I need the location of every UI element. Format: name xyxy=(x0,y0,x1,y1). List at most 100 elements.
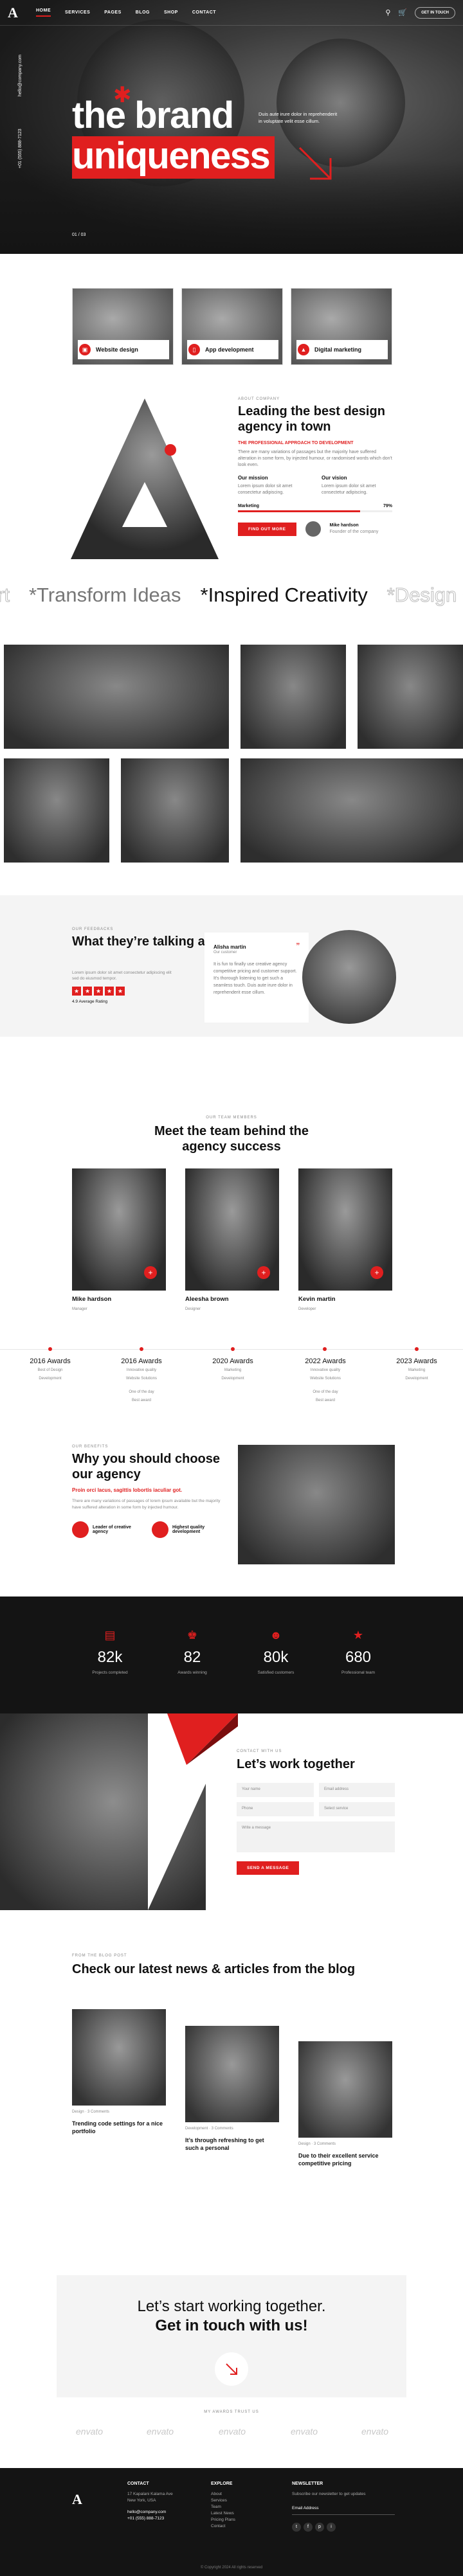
contact-section: CONTACT WITH US Let’s work together Your… xyxy=(0,1713,463,1910)
slide-indicator[interactable]: 01 / 03 xyxy=(72,233,86,237)
blog-post-card[interactable]: Development · 3 Comments It’s through ref… xyxy=(185,2026,279,2152)
member-name: Mike hardson xyxy=(72,1296,112,1303)
stat-value: 80k xyxy=(263,1649,289,1666)
footer-link[interactable]: Services xyxy=(211,2498,235,2504)
award-line: Best award xyxy=(131,1399,151,1402)
gallery-image[interactable] xyxy=(358,645,463,749)
marquee-item: rt xyxy=(0,584,10,607)
team-member-card[interactable]: + Kevin martin Developer xyxy=(298,1168,392,1312)
users-icon: ☻ xyxy=(269,1629,282,1641)
service-select[interactable]: Select service xyxy=(319,1802,395,1816)
footer-city: New York, USA xyxy=(127,2498,156,2503)
vision-title: Our vision xyxy=(322,475,347,481)
blog-post-card[interactable]: Design · 3 Comments Trending code setting… xyxy=(72,2009,166,2135)
reviewer-name: Alisha martin xyxy=(213,944,246,950)
footer-email[interactable]: hello@company.com xyxy=(127,2509,173,2516)
footer-link[interactable]: Pricing Plans xyxy=(211,2517,235,2523)
award-line: Website Solutions xyxy=(310,1377,341,1381)
mission-title: Our mission xyxy=(238,475,268,481)
footer-link[interactable]: Contact xyxy=(211,2523,235,2530)
cta-line1: Let’s start working together. xyxy=(137,2298,326,2315)
find-out-more-button[interactable]: FIND OUT MORE xyxy=(238,522,296,536)
hero-email-vertical[interactable]: hello@company.com xyxy=(18,55,23,96)
service-card-marketing[interactable]: ▲ Digital marketing xyxy=(291,288,392,365)
stat-value: 82k xyxy=(97,1649,123,1666)
email-input[interactable]: Email address xyxy=(319,1783,395,1797)
footer-logo[interactable]: A xyxy=(72,2492,86,2507)
blog-post-card[interactable]: Design · 3 Comments Due to their excellen… xyxy=(298,2041,392,2167)
megaphone-icon: ▲ xyxy=(298,344,309,355)
why-tag: OUR BENEFITS xyxy=(72,1445,109,1449)
nav-contact[interactable]: CONTACT xyxy=(192,10,216,15)
member-role: Manager xyxy=(72,1307,87,1311)
cta-circle[interactable] xyxy=(215,2352,248,2386)
about-section: ABOUT COMPANY Leading the best design ag… xyxy=(238,397,392,537)
blog-title: Check our latest news & articles from th… xyxy=(72,1962,356,1976)
newsletter-email-input[interactable]: Email Address xyxy=(292,2503,395,2515)
gallery-image[interactable] xyxy=(4,645,229,749)
message-textarea[interactable]: Write a message xyxy=(237,1821,395,1852)
post-title[interactable]: It’s through refreshing to get such a pe… xyxy=(185,2136,279,2152)
reviewer-photo xyxy=(302,930,396,1024)
gallery-image[interactable] xyxy=(4,758,109,863)
copyright: © Copyright 2024 All rights reserved xyxy=(200,2566,263,2570)
post-title[interactable]: Trending code settings for a nice portfo… xyxy=(72,2120,166,2135)
footer: A CONTACT 17 Kapalani Kalama Ave New Yor… xyxy=(0,2468,463,2576)
timeline-item: 2016 Awards Best of Design Development xyxy=(12,1357,89,1382)
hero-figure-right xyxy=(277,39,405,167)
footer-link[interactable]: About xyxy=(211,2491,235,2498)
nav-blog[interactable]: BLOG xyxy=(136,10,150,15)
gallery-image[interactable] xyxy=(121,758,229,863)
stat-label: Projects completed xyxy=(92,1670,128,1675)
hero-phone-vertical[interactable]: +01 (555) 888-7123 xyxy=(18,129,23,168)
phone-input[interactable]: Phone xyxy=(237,1802,314,1816)
award-line: One of the day xyxy=(313,1390,338,1394)
nav-services[interactable]: SERVICES xyxy=(65,10,90,15)
testimonial-card: Alisha martin ” Our customer It is fun t… xyxy=(204,933,309,1023)
mission-text: Lorem ipsum dolor sit amet consectetur a… xyxy=(238,484,293,495)
gallery-image[interactable] xyxy=(241,758,463,863)
footer-link[interactable]: Latest News xyxy=(211,2510,235,2517)
member-role: Designer xyxy=(185,1307,201,1311)
project-icon: ▤ xyxy=(104,1629,116,1641)
team-member-card[interactable]: + Mike hardson Manager xyxy=(72,1168,166,1312)
footer-address: 17 Kapalani Kalama Ave xyxy=(127,2492,173,2496)
award-line: Development xyxy=(405,1377,428,1381)
search-icon[interactable]: ⚲ xyxy=(385,8,390,17)
facebook-icon[interactable]: f xyxy=(304,2523,313,2532)
team-member-card[interactable]: + Aleesha brown Designer xyxy=(185,1168,279,1312)
vision-text: Lorem ipsum dolor sit amet consectetur a… xyxy=(322,484,376,495)
nav-home[interactable]: HOME xyxy=(36,8,51,17)
why-text: There are many variations of passages of… xyxy=(72,1499,221,1510)
brand-logo[interactable]: A xyxy=(8,5,22,20)
feature-quality: Highest quality development xyxy=(172,1525,205,1534)
plus-icon[interactable]: + xyxy=(144,1266,157,1279)
get-in-touch-button[interactable]: GET IN TOUCH xyxy=(415,6,455,19)
service-card-app[interactable]: ▯ App development xyxy=(181,288,283,365)
why-title: Why you should choose our agency xyxy=(72,1452,221,1481)
plus-icon[interactable]: + xyxy=(257,1266,270,1279)
pinterest-icon[interactable]: p xyxy=(315,2523,324,2532)
instagram-icon[interactable]: i xyxy=(327,2523,336,2532)
star-icon: ★ xyxy=(116,987,125,996)
gallery-image[interactable] xyxy=(241,645,346,749)
service-card-web[interactable]: ▣ Website design xyxy=(72,288,174,365)
cart-icon[interactable]: 🛒 xyxy=(398,8,407,17)
plus-icon[interactable]: + xyxy=(370,1266,383,1279)
footer-phone[interactable]: +01 (555) 888-7123 xyxy=(127,2516,173,2522)
twitter-icon[interactable]: t xyxy=(292,2523,301,2532)
hero-section: A HOME SERVICES PAGES BLOG SHOP CONTACT … xyxy=(0,0,463,254)
post-title[interactable]: Due to their excellent service competiti… xyxy=(298,2152,392,2167)
service-label: Digital marketing xyxy=(296,340,388,359)
star-icon: ★ xyxy=(72,987,81,996)
award-line xyxy=(103,1384,180,1387)
nav-shop[interactable]: SHOP xyxy=(164,10,178,15)
send-message-button[interactable]: SEND A MESSAGE xyxy=(237,1861,300,1875)
top-navigation: A HOME SERVICES PAGES BLOG SHOP CONTACT … xyxy=(0,0,463,26)
footer-link[interactable]: Team xyxy=(211,2504,235,2510)
leader-icon xyxy=(72,1521,89,1538)
nav-pages[interactable]: PAGES xyxy=(104,10,122,15)
name-input[interactable]: Your name xyxy=(237,1783,314,1797)
timeline-item: 2016 Awards Innovative quality Website Sol… xyxy=(103,1357,180,1404)
skill-label: Marketing xyxy=(238,504,260,508)
